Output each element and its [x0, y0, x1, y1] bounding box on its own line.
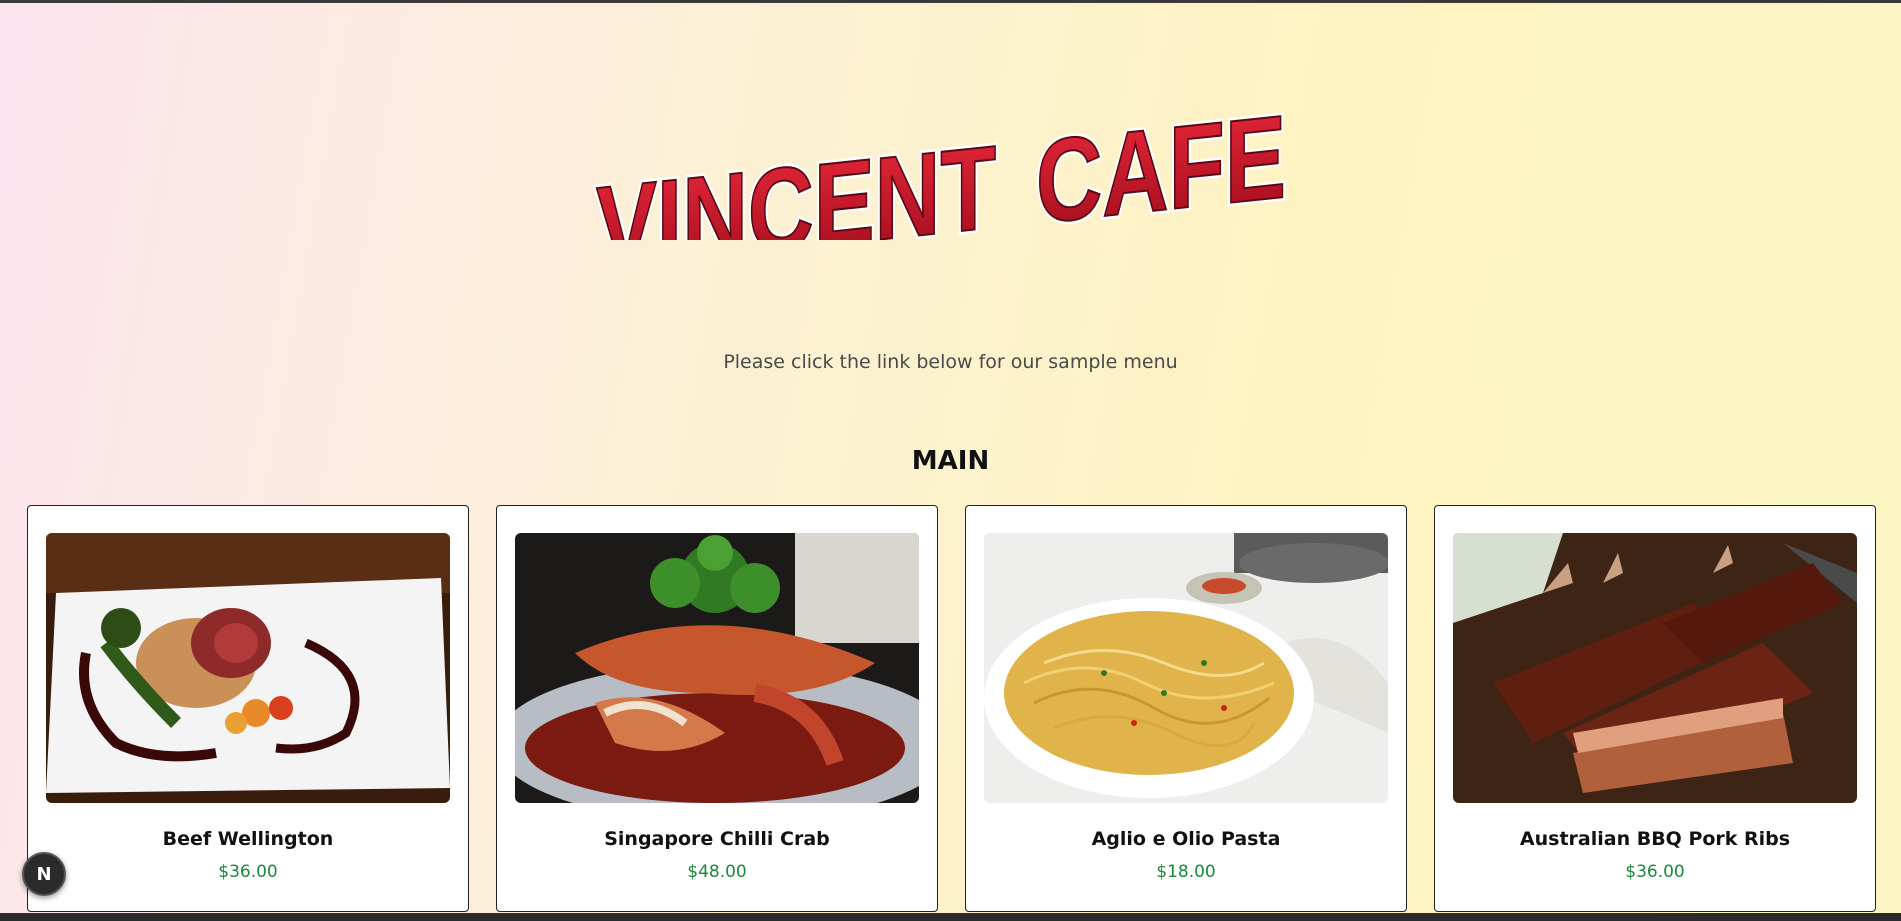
menu-item-price: $18.00: [1156, 862, 1216, 882]
menu-item-name: Australian BBQ Pork Ribs: [1519, 828, 1791, 850]
menu-item-price: $48.00: [687, 862, 747, 882]
aglio-olio-pasta-photo[interactable]: [984, 533, 1388, 803]
menu-card[interactable]: Singapore Chilli Crab $48.00: [496, 505, 938, 912]
aglio-olio-pasta-image: [984, 533, 1388, 803]
window-top-border: [0, 0, 1901, 3]
menu-item-name: Beef Wellington: [162, 828, 334, 850]
beef-wellington-image: [46, 533, 450, 803]
bbq-pork-ribs-photo[interactable]: [1453, 533, 1857, 803]
menu-item-price: $36.00: [218, 862, 278, 882]
chilli-crab-image: [515, 533, 919, 803]
menu-card[interactable]: Australian BBQ Pork Ribs $36.00: [1434, 505, 1876, 912]
menu-item-name: Aglio e Olio Pasta: [1091, 828, 1281, 850]
menu-item-price: $36.00: [1625, 862, 1685, 882]
menu-item-name: Singapore Chilli Crab: [604, 828, 830, 850]
bbq-pork-ribs-image: [1453, 533, 1857, 803]
logo-word-vincent-outline: VINCENT: [596, 122, 996, 240]
chilli-crab-photo[interactable]: [515, 533, 919, 803]
nextjs-dev-indicator-button[interactable]: N: [22, 852, 66, 896]
menu-card-list: Beef Wellington $36.00 Singapore Chilli …: [27, 505, 1876, 912]
logo-word-cafe-outline: CAFE: [1036, 91, 1286, 240]
beef-wellington-photo[interactable]: [46, 533, 450, 803]
nextjs-logo-icon: N: [36, 863, 52, 885]
cafe-logo-graphic: VINCENT VINCENT CAFE CAFE: [593, 88, 1290, 299]
section-title-main: MAIN: [911, 446, 990, 476]
menu-card[interactable]: Aglio e Olio Pasta $18.00: [965, 505, 1407, 912]
cafe-logo: VINCENT VINCENT CAFE CAFE: [590, 60, 1310, 299]
menu-card[interactable]: Beef Wellington $36.00: [27, 505, 469, 912]
window-bottom-border: [0, 913, 1901, 921]
menu-intro-text: Please click the link below for our samp…: [723, 351, 1178, 373]
